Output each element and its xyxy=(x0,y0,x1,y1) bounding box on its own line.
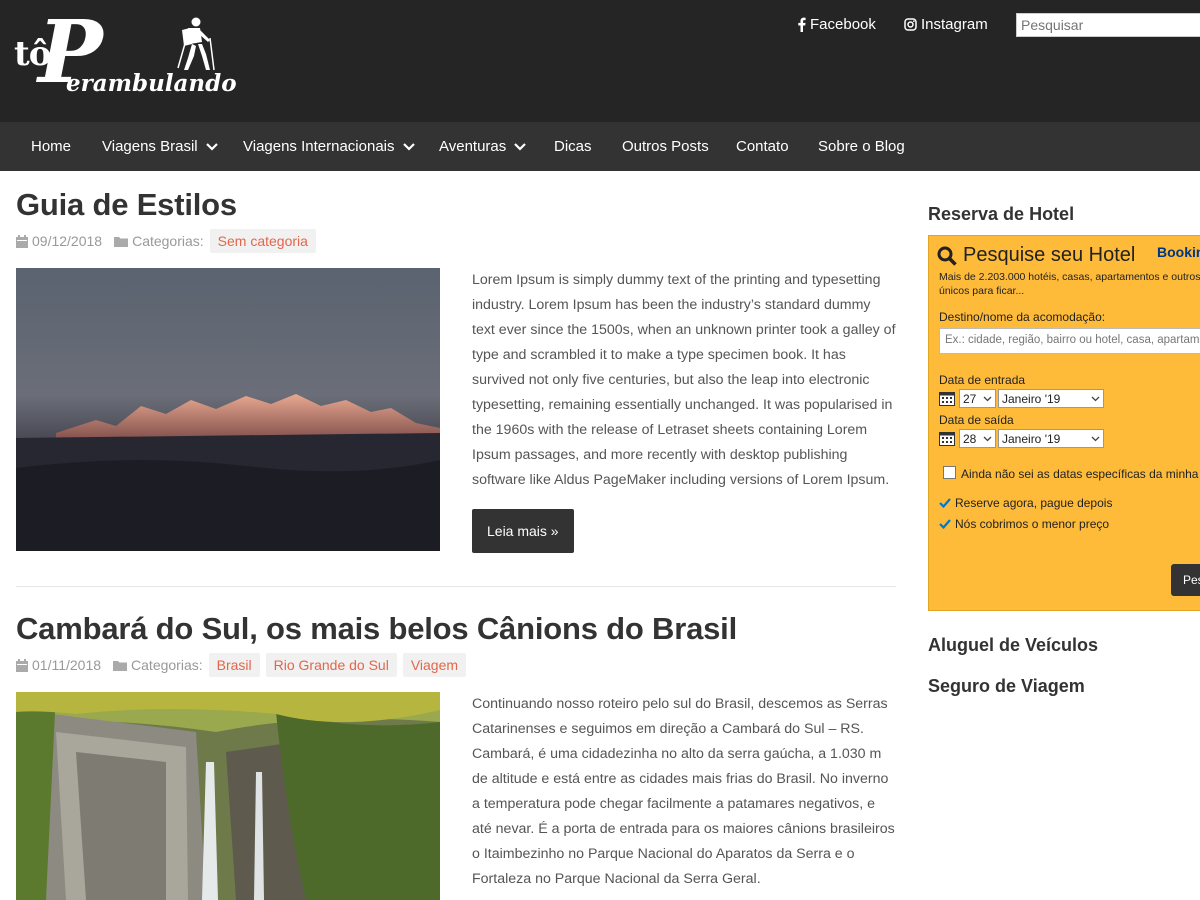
nav-item-label: Contato xyxy=(736,138,789,155)
nav-item-label: Sobre o Blog xyxy=(818,138,905,155)
chevron-down-icon xyxy=(402,142,415,151)
calendar-icon xyxy=(16,234,28,248)
category-tag[interactable]: Viagem xyxy=(402,653,467,677)
nav-item-label: Home xyxy=(31,138,72,155)
nav-item-viagens-internacionais[interactable]: Viagens Internacionais xyxy=(243,122,415,171)
nav-item-home[interactable]: Home xyxy=(31,122,71,171)
chevron-down-icon xyxy=(205,142,218,151)
checkmark-icon xyxy=(939,498,951,508)
post-excerpt: Lorem Ipsum is simply dummy text of the … xyxy=(472,272,896,488)
widget-title-travel-insurance[interactable]: Seguro de Viagem xyxy=(928,676,1085,697)
booking-search-widget: Pesquise seu Hotel Booking Mais de 2.203… xyxy=(928,235,1200,611)
chevron-down-icon xyxy=(983,396,992,401)
post-date: 01/11/2018 xyxy=(32,657,102,673)
instagram-label: Instagram xyxy=(921,16,988,33)
perk-label: Nós cobrimos o menor preço xyxy=(955,517,1110,531)
categories-label: Categorias: xyxy=(132,233,204,249)
booking-search-button[interactable]: Pesquisar xyxy=(1171,564,1200,596)
search-input[interactable] xyxy=(1016,13,1200,37)
facebook-icon xyxy=(798,17,806,32)
folder-icon xyxy=(113,660,128,671)
nav-item-label: Aventuras xyxy=(439,138,507,155)
checkin-day-value: 27 xyxy=(963,391,977,406)
destination-label: Destino/nome da acomodação: xyxy=(939,310,1106,324)
read-more-button[interactable]: Leia mais » xyxy=(472,509,574,553)
post-thumbnail-canyon[interactable] xyxy=(16,692,440,900)
chevron-down-icon xyxy=(983,436,992,441)
checkout-month-value: Janeiro '19 xyxy=(1002,431,1061,446)
checkmark-icon xyxy=(939,519,951,529)
main-nav: Home Viagens Brasil Viagens Internaciona… xyxy=(0,122,1200,171)
post-excerpt: Continuando nosso roteiro pelo sul do Br… xyxy=(472,696,895,887)
perk-label: Reserve agora, pague depois xyxy=(955,496,1113,510)
instagram-icon xyxy=(904,18,917,31)
nav-item-viagens-brasil[interactable]: Viagens Brasil xyxy=(102,122,218,171)
post-title[interactable]: Guia de Estilos xyxy=(16,187,237,223)
post-meta: 01/11/2018 Categorias: Brasil Rio Grande… xyxy=(16,653,467,677)
chevron-down-icon xyxy=(514,142,527,151)
nav-item-label: Outros Posts xyxy=(622,138,709,155)
calendar-icon[interactable] xyxy=(939,430,955,446)
booking-heading-text: Pesquise seu Hotel xyxy=(963,244,1136,266)
booking-search-button-label: Pesquisar xyxy=(1183,573,1200,587)
nav-item-outros-posts[interactable]: Outros Posts xyxy=(622,122,709,171)
site-logo[interactable]: tô P erambulando xyxy=(14,10,237,106)
logo-text: erambulando xyxy=(66,70,237,97)
post-meta: 09/12/2018 Categorias: Sem categoria xyxy=(16,229,316,253)
nav-item-sobre-o-blog[interactable]: Sobre o Blog xyxy=(818,122,905,171)
chevron-down-icon xyxy=(1091,436,1100,441)
nav-item-label: Viagens Brasil xyxy=(102,138,198,155)
booking-heading: Pesquise seu Hotel xyxy=(937,244,1135,267)
checkin-month-select[interactable]: Janeiro '19 xyxy=(998,389,1104,408)
nav-item-label: Viagens Internacionais xyxy=(243,138,395,155)
categories-label: Categorias: xyxy=(131,657,203,673)
post-thumbnail-mountains[interactable] xyxy=(16,268,440,551)
perk-item: Reserve agora, pague depois xyxy=(939,496,1112,510)
post-title[interactable]: Cambará do Sul, os mais belos Cânions do… xyxy=(16,611,737,647)
post-date: 09/12/2018 xyxy=(32,233,103,249)
flexible-dates-label: Ainda não sei as datas específicas da mi… xyxy=(961,467,1200,481)
facebook-label: Facebook xyxy=(810,16,876,33)
nav-item-contato[interactable]: Contato xyxy=(736,122,789,171)
category-tag[interactable]: Sem categoria xyxy=(209,229,316,253)
checkin-month-value: Janeiro '19 xyxy=(1002,391,1061,406)
site-header: tô P erambulando Facebook Instagram xyxy=(0,0,1200,122)
hiker-icon xyxy=(177,17,215,71)
checkout-day-select[interactable]: 28 xyxy=(959,429,996,448)
nav-item-aventuras[interactable]: Aventuras xyxy=(439,122,527,171)
destination-input[interactable]: Ex.: cidade, região, bairro ou hotel, ca… xyxy=(939,328,1200,354)
widget-title-hotel: Reserva de Hotel xyxy=(928,204,1075,224)
category-tag[interactable]: Brasil xyxy=(208,653,260,677)
facebook-link[interactable]: Facebook xyxy=(797,16,876,33)
booking-brand-logo: Booking xyxy=(1157,244,1200,260)
chevron-down-icon xyxy=(1091,396,1100,401)
checkin-label: Data de entrada xyxy=(939,373,1026,387)
instagram-link[interactable]: Instagram xyxy=(904,16,988,33)
calendar-icon xyxy=(16,658,28,672)
search-icon xyxy=(937,246,957,266)
checkout-day-value: 28 xyxy=(963,431,977,446)
widget-title-car-rental[interactable]: Aluguel de Veículos xyxy=(928,635,1098,656)
post-divider xyxy=(16,586,896,587)
category-tag[interactable]: Rio Grande do Sul xyxy=(265,653,397,677)
flexible-dates-checkbox[interactable] xyxy=(943,466,956,479)
calendar-icon[interactable] xyxy=(939,390,955,406)
checkout-month-select[interactable]: Janeiro '19 xyxy=(998,429,1104,448)
checkin-day-select[interactable]: 27 xyxy=(959,389,996,408)
booking-subtitle: Mais de 2.203.000 hotéis, casas, apartam… xyxy=(939,271,1200,297)
nav-item-dicas[interactable]: Dicas xyxy=(554,122,592,171)
nav-item-label: Dicas xyxy=(554,138,592,155)
checkout-label: Data de saída xyxy=(939,413,1014,427)
perk-item: Nós cobrimos o menor preço xyxy=(939,517,1109,531)
folder-icon xyxy=(114,236,129,247)
